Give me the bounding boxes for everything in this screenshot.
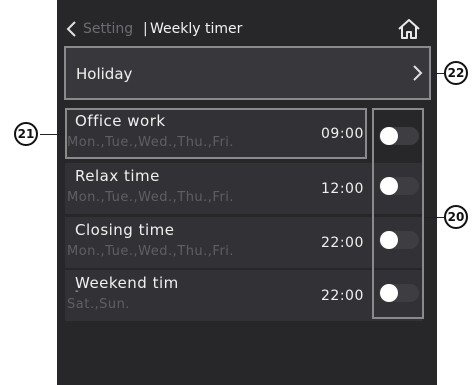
page-title: Weekly timer [150,21,243,37]
toggle-knob [380,127,398,145]
timer-days: Sat.,Sun. [67,297,130,312]
timer-days: Mon.,Tue.,Wed.,Thu.,Fri. [67,190,235,205]
home-icon[interactable] [396,17,422,41]
timer-name: Relax time [75,167,160,185]
timer-toggle-office-work[interactable] [379,127,419,145]
callout-line-holiday [434,73,444,74]
timer-toggle-weekend-time[interactable] [379,284,419,302]
timer-item-relax-time[interactable]: Relax time Mon.,Tue.,Wed.,Thu.,Fri. 12:0… [65,163,423,214]
timer-name: Office work [75,112,166,130]
toggle-knob [380,231,398,249]
timer-time: 09:00 [321,126,364,142]
timer-days: Mon.,Tue.,Wed.,Thu.,Fri. [67,244,235,259]
holiday-item[interactable]: Holiday [64,46,431,100]
callout-badge-timer-item: 21 [14,122,38,146]
timer-item-office-work[interactable]: Office work Mon.,Tue.,Wed.,Thu.,Fri. 09:… [65,108,367,159]
timer-name: Weekend tim [75,274,179,292]
callout-line-toggles [424,217,444,218]
timer-item-closing-time[interactable]: Closing time Mon.,Tue.,Wed.,Thu.,Fri. 22… [65,217,423,268]
back-chevron-icon[interactable] [65,20,79,38]
callout-badge-toggles: 20 [444,205,468,229]
timer-item-weekend-time[interactable]: Weekend tim - Sat.,Sun. 22:00 [65,270,423,321]
header-bar: Setting | Weekly timer [57,0,437,44]
timer-time: 22:00 [321,235,364,251]
timer-time: 12:00 [321,181,364,197]
toggle-knob [380,284,398,302]
timer-days: Mon.,Tue.,Wed.,Thu.,Fri. [67,135,235,150]
chevron-right-icon [413,65,423,81]
timer-time: 22:00 [321,288,364,304]
timer-name: Closing time [75,221,175,239]
holiday-label: Holiday [76,65,133,83]
callout-line-timer-item [40,134,65,135]
timer-toggle-relax-time[interactable] [379,177,419,195]
callout-badge-holiday: 22 [444,61,468,85]
back-link-setting[interactable]: Setting [83,19,133,39]
toggle-knob [380,177,398,195]
weekly-timer-screen: Setting | Weekly timer Holiday Office wo… [57,0,437,385]
breadcrumb-separator: | [143,21,148,37]
timer-toggle-closing-time[interactable] [379,231,419,249]
